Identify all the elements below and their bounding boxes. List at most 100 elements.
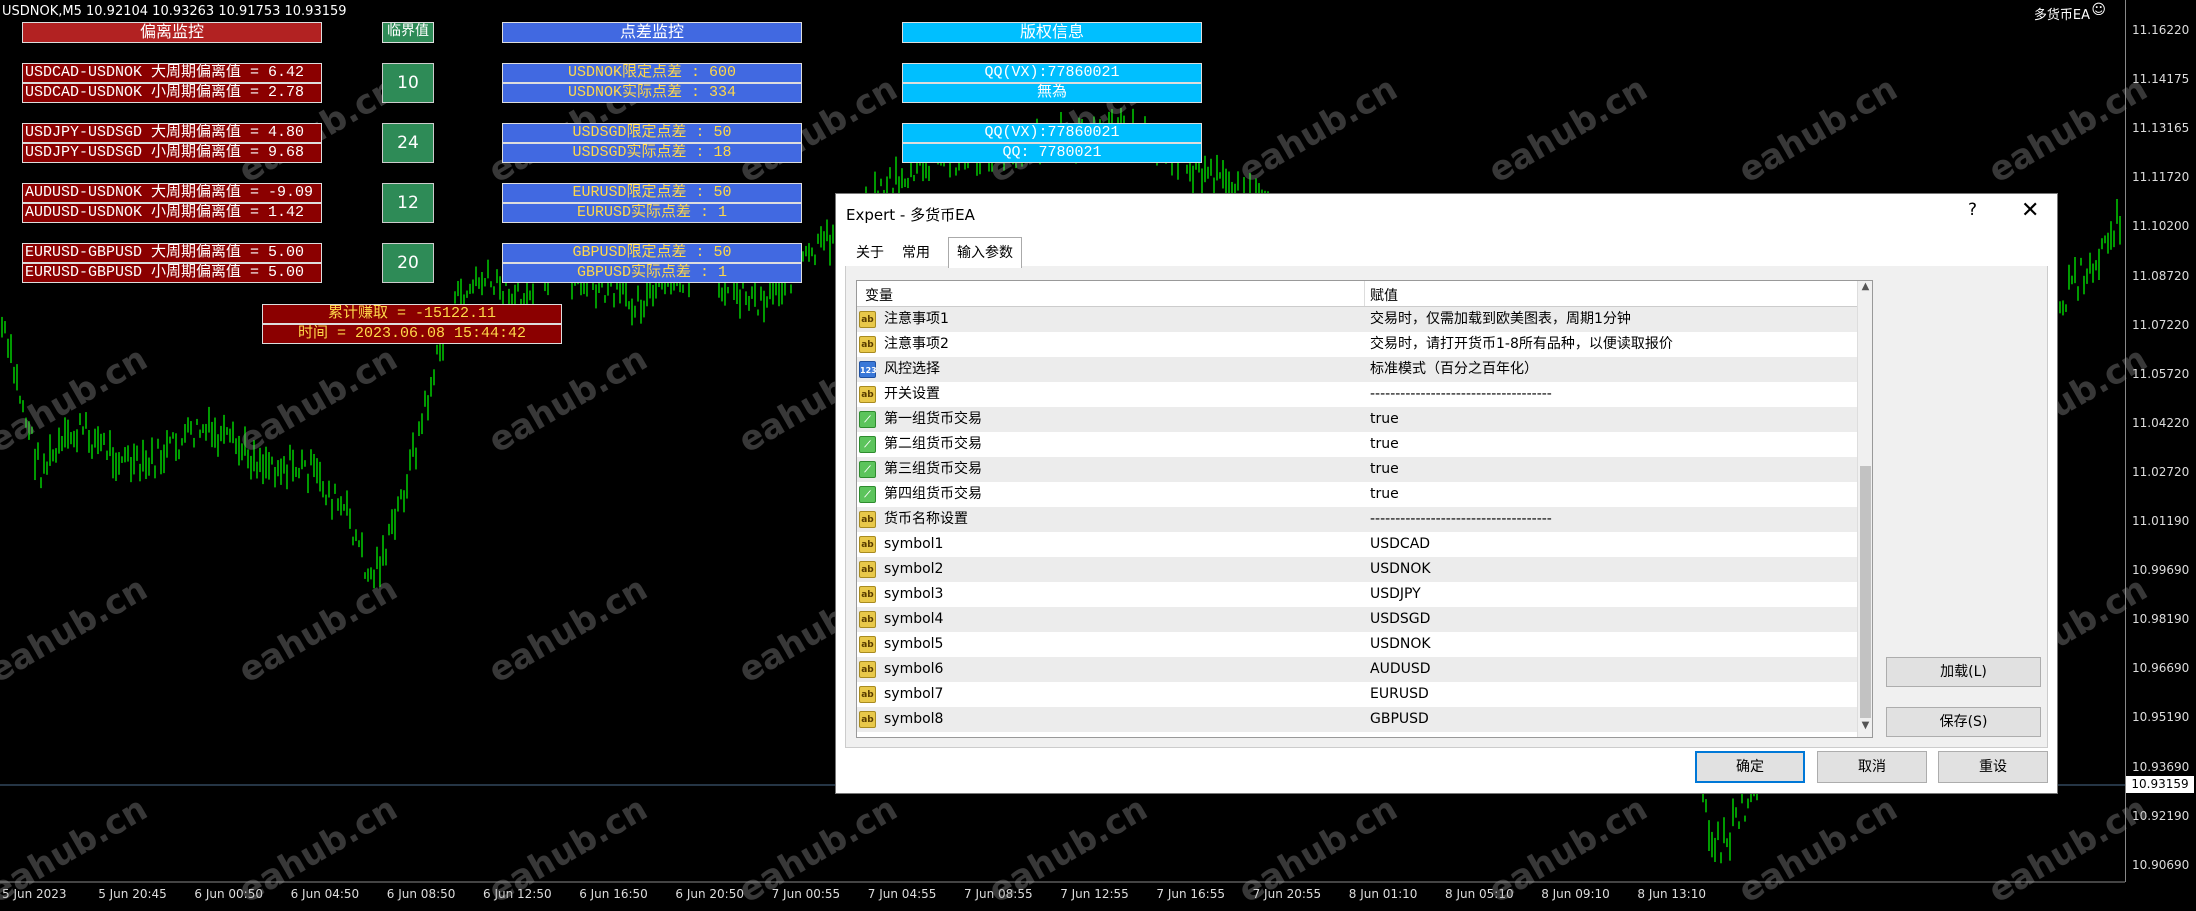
time-axis-label: 6 Jun 16:50 <box>579 887 648 901</box>
threshold-value: 10 <box>382 63 434 103</box>
chart-title: USDNOK,M5 10.92104 10.93263 10.91753 10.… <box>2 4 347 19</box>
parameter-row[interactable]: ab 注意事项2 交易时，请打开货币1-8所有品种，以便读取报价 <box>857 332 1857 357</box>
parameter-row[interactable]: ab symbol8 GBPUSD <box>857 707 1857 732</box>
time-axis-label: 6 Jun 04:50 <box>290 887 360 901</box>
bool-type-icon: ⟋ <box>859 461 876 478</box>
parameter-name: symbol8 <box>884 711 944 727</box>
tab-common[interactable]: 常用 <box>894 240 938 266</box>
grid-header: 变量 赋值 <box>857 281 1857 307</box>
profit-label: 累计赚取 = -15122.11 <box>262 304 562 324</box>
parameter-value[interactable]: true <box>1370 482 1399 507</box>
string-type-icon: ab <box>859 536 876 553</box>
parameter-name: 开关设置 <box>884 386 940 402</box>
spread-row: USDNOK实际点差 : 334 <box>502 83 802 103</box>
grid-scrollbar[interactable]: ▲ ▼ <box>1857 281 1872 737</box>
parameter-row[interactable]: ab symbol1 USDCAD <box>857 532 1857 557</box>
bool-type-icon: ⟋ <box>859 486 876 503</box>
parameter-value[interactable]: USDNOK <box>1370 632 1431 657</box>
parameter-name: symbol6 <box>884 661 944 677</box>
load-button[interactable]: 加载(L) <box>1886 657 2041 687</box>
current-price-tag: 10.93159 <box>2126 776 2194 793</box>
parameter-value[interactable]: USDCAD <box>1370 532 1430 557</box>
parameter-row[interactable]: ab symbol5 USDNOK <box>857 632 1857 657</box>
parameter-name: symbol1 <box>884 536 944 552</box>
parameter-value[interactable]: ------------------------------------ <box>1370 382 1552 407</box>
spread-row: USDNOK限定点差 : 600 <box>502 63 802 83</box>
parameter-row[interactable]: ⟋ 第三组货币交易 true <box>857 457 1857 482</box>
parameter-row[interactable]: ab 货币名称设置 --------------------------------… <box>857 507 1857 532</box>
parameter-row[interactable]: ab symbol6 AUDUSD <box>857 657 1857 682</box>
parameter-row[interactable]: ab 注意事项1 交易时，仅需加载到欧美图表，周期1分钟 <box>857 307 1857 332</box>
deviation-header: 偏离监控 <box>22 22 322 43</box>
parameter-row[interactable]: ab symbol7 EURUSD <box>857 682 1857 707</box>
deviation-row: EURUSD-GBPUSD 小周期偏离值 = 5.00 <box>22 263 322 283</box>
parameter-value[interactable]: USDJPY <box>1370 582 1421 607</box>
time-axis-label: 7 Jun 16:55 <box>1156 887 1225 901</box>
parameter-row[interactable]: ab symbol3 USDJPY <box>857 582 1857 607</box>
tab-inputs[interactable]: 输入参数 <box>948 237 1022 268</box>
parameter-name: symbol3 <box>884 586 944 602</box>
parameter-value[interactable]: EURUSD <box>1370 682 1429 707</box>
price-level-label: 11.11720 <box>2132 170 2190 185</box>
parameter-value[interactable]: true <box>1370 457 1399 482</box>
column-value[interactable]: 赋值 <box>1370 285 1398 305</box>
copyright-row: 無為 <box>902 83 1202 103</box>
bool-type-icon: ⟋ <box>859 436 876 453</box>
save-button[interactable]: 保存(S) <box>1886 707 2041 737</box>
string-type-icon: ab <box>859 511 876 528</box>
time-axis-label: 7 Jun 04:55 <box>867 887 937 901</box>
parameter-value[interactable]: USDNOK <box>1370 557 1431 582</box>
price-level-label: 10.95190 <box>2132 710 2190 725</box>
reset-button[interactable]: 重设 <box>1938 751 2048 783</box>
parameter-row[interactable]: ⟋ 第四组货币交易 true <box>857 482 1857 507</box>
parameter-name: symbol5 <box>884 636 944 652</box>
spread-header: 点差监控 <box>502 22 802 43</box>
string-type-icon: ab <box>859 686 876 703</box>
parameter-row[interactable]: ⟋ 第一组货币交易 true <box>857 407 1857 432</box>
parameter-row[interactable]: ⟋ 第二组货币交易 true <box>857 432 1857 457</box>
parameter-value[interactable]: true <box>1370 432 1399 457</box>
scroll-down-icon[interactable]: ▼ <box>1858 720 1872 737</box>
number-type-icon: 123 <box>859 361 877 378</box>
string-type-icon: ab <box>859 711 876 728</box>
string-type-icon: ab <box>859 561 876 578</box>
scroll-up-icon[interactable]: ▲ <box>1858 281 1872 298</box>
parameter-value[interactable]: 标准模式（百分之百年化） <box>1370 357 1538 382</box>
parameter-row[interactable]: ab symbol4 USDSGD <box>857 607 1857 632</box>
time-axis-label: 7 Jun 08:55 <box>964 887 1033 901</box>
deviation-row: USDCAD-USDNOK 小周期偏离值 = 2.78 <box>22 83 322 103</box>
parameter-row[interactable]: ab symbol2 USDNOK <box>857 557 1857 582</box>
close-icon[interactable]: ✕ <box>2021 198 2039 223</box>
parameter-name: 第三组货币交易 <box>884 461 982 477</box>
parameter-row[interactable]: ab 开关设置 ----------------------------------… <box>857 382 1857 407</box>
parameter-value[interactable]: USDSGD <box>1370 607 1430 632</box>
column-variable[interactable]: 变量 <box>865 285 893 305</box>
deviation-row: USDJPY-USDSGD 大周期偏离值 = 4.80 <box>22 123 322 143</box>
time-axis-label: 7 Jun 12:55 <box>1060 887 1129 901</box>
ea-name-label: 多货币EA <box>2033 8 2090 23</box>
string-type-icon: ab <box>859 311 876 328</box>
time-axis-label: 7 Jun 00:55 <box>771 887 841 901</box>
ok-button[interactable]: 确定 <box>1695 751 1805 783</box>
string-type-icon: ab <box>859 586 876 603</box>
price-level-label: 11.02720 <box>2132 464 2190 479</box>
parameter-grid[interactable]: 变量 赋值 ab 注意事项1 交易时，仅需加载到欧美图表，周期1分钟 ab 注意事项2 交… <box>856 280 1873 738</box>
time-axis-label: 5 Jun 2023 <box>2 887 67 901</box>
copyright-row: QQ: 7780021 <box>902 143 1202 163</box>
parameter-value[interactable]: true <box>1370 407 1399 432</box>
parameter-value[interactable]: ------------------------------------ <box>1370 507 1552 532</box>
threshold-value: 20 <box>382 243 434 283</box>
parameter-row[interactable]: 123 风控选择 标准模式（百分之百年化） <box>857 357 1857 382</box>
parameter-value[interactable]: GBPUSD <box>1370 707 1429 732</box>
tab-about[interactable]: 关于 <box>848 240 892 266</box>
column-divider <box>1364 281 1365 306</box>
time-axis-label: 6 Jun 12:50 <box>483 887 552 901</box>
help-icon[interactable]: ? <box>1968 200 1977 220</box>
parameter-name: symbol4 <box>884 611 944 627</box>
cancel-button[interactable]: 取消 <box>1817 751 1927 783</box>
parameter-value[interactable]: AUDUSD <box>1370 657 1431 682</box>
price-level-label: 11.05720 <box>2132 366 2190 381</box>
parameter-value[interactable]: 交易时，仅需加载到欧美图表，周期1分钟 <box>1370 307 1631 332</box>
scroll-thumb[interactable] <box>1860 466 1871 718</box>
parameter-value[interactable]: 交易时，请打开货币1-8所有品种，以便读取报价 <box>1370 332 1673 357</box>
